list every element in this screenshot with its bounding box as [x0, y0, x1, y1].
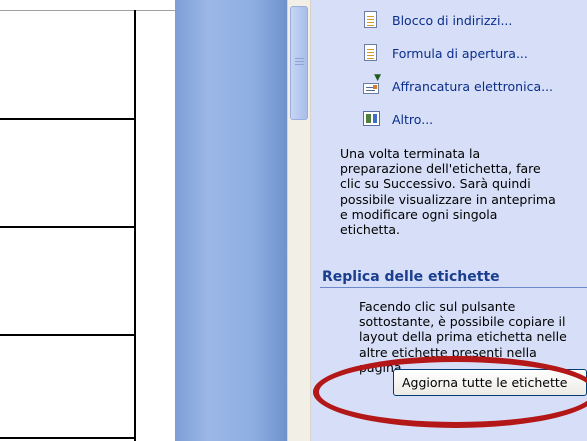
description-line: Facendo clic sul pulsante — [359, 299, 516, 314]
description-line: layout della prima etichetta nelle — [359, 329, 567, 345]
greeting-line-icon — [363, 44, 379, 62]
description-line: altre etichette presenti nella — [359, 344, 537, 360]
thumb-grip — [295, 61, 304, 62]
thumb-grip — [295, 64, 304, 65]
label-table-row-line — [0, 334, 135, 336]
document-margin-background — [175, 0, 287, 441]
address-block-icon — [363, 11, 379, 29]
more-items-link[interactable]: Altro... — [363, 108, 433, 130]
instructions-line: possibile visualizzare in anteprima — [340, 191, 556, 207]
label-table-row-line — [0, 118, 135, 120]
electronic-postage-link[interactable]: ▼ Affrancatura elettronica... — [363, 74, 554, 97]
mail-merge-task-pane: Blocco di indirizzi... Formula di apertu… — [311, 0, 587, 441]
more-items-label: Altro... — [392, 111, 434, 127]
thumb-grip — [295, 58, 304, 59]
instructions-line: preparazione dell'etichetta, fare — [340, 161, 541, 177]
address-block-link[interactable]: Blocco di indirizzi... — [363, 9, 512, 31]
label-table-row-line — [0, 226, 135, 228]
vertical-scrollbar[interactable] — [287, 0, 311, 441]
more-items-icon — [363, 110, 380, 128]
greeting-line-link[interactable]: Formula di apertura... — [363, 42, 528, 64]
label-table-row-line — [0, 437, 135, 439]
instructions-line: etichetta. — [340, 222, 400, 238]
section-divider — [320, 287, 587, 288]
document-area — [0, 0, 175, 441]
scrollbar-thumb[interactable] — [290, 6, 308, 120]
address-block-label: Blocco di indirizzi... — [392, 12, 513, 28]
instructions-text: Una volta terminata la preparazione dell… — [340, 146, 580, 237]
electronic-postage-label: Affrancatura elettronica... — [392, 78, 554, 94]
document-top-border — [0, 10, 175, 11]
instructions-line: clic su Successivo. Sarà quindi — [340, 176, 531, 192]
description-line: sottostante, è possibile copiare il — [359, 314, 566, 330]
replicate-description: Facendo clic sul pulsante sottostante, è… — [359, 299, 567, 375]
replicate-labels-heading: Replica delle etichette — [322, 269, 500, 285]
instructions-line: Una volta terminata la — [340, 146, 481, 161]
instructions-line: e modificare ogni singola — [340, 206, 498, 222]
electronic-postage-icon: ▼ — [363, 74, 381, 95]
greeting-line-label: Formula di apertura... — [392, 45, 528, 61]
update-all-labels-button[interactable]: Aggiorna tutte le etichette — [393, 369, 587, 396]
